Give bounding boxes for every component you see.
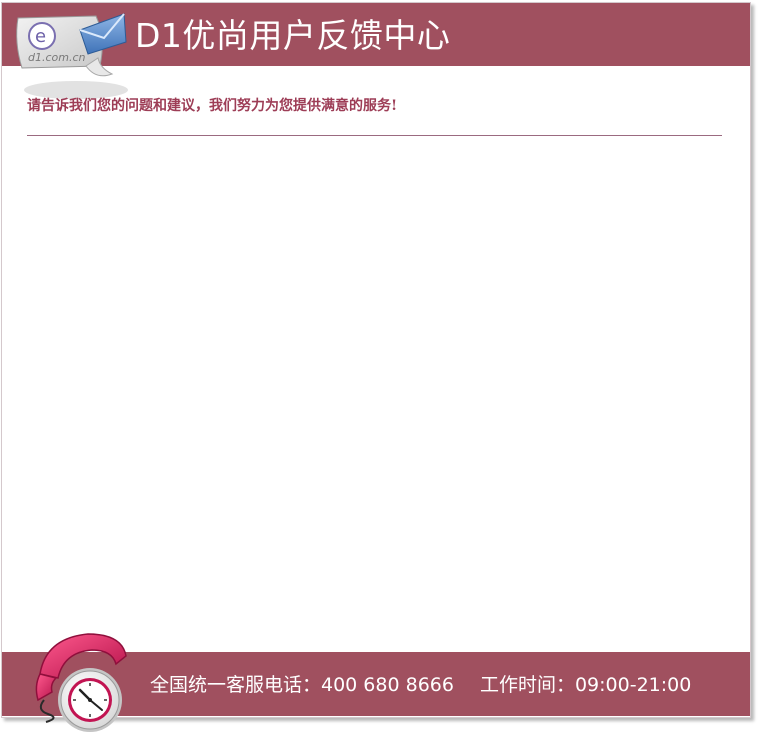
svg-text:e: e	[35, 26, 46, 47]
feedback-tagline: 请告诉我们您的问题和建议，我们努力为您提供满意的服务!	[27, 98, 398, 114]
divider	[27, 135, 722, 136]
email-envelope-icon: e d1.com.cn	[16, 13, 128, 99]
hotline-text: 全国统一客服电话：400 680 8666	[150, 674, 454, 696]
telephone-clock-icon	[35, 633, 127, 732]
svg-text:d1.com.cn: d1.com.cn	[28, 51, 86, 64]
footer-contact: 全国统一客服电话：400 680 8666 工作时间：09:00-21:00	[150, 672, 691, 698]
page-title: D1优尚用户反馈中心	[135, 16, 451, 55]
hours-text: 工作时间：09:00-21:00	[479, 674, 692, 696]
content-area	[27, 140, 722, 645]
